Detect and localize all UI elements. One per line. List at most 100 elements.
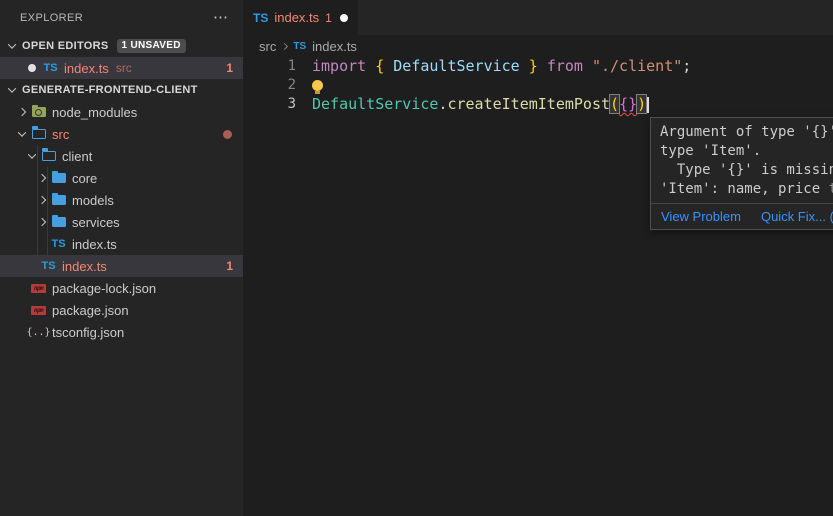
- tree-item-src[interactable]: src: [0, 123, 243, 145]
- code-line-3[interactable]: 3DefaultService.createItemItemPost({}): [243, 95, 833, 114]
- file-label: node_modules: [52, 105, 137, 120]
- code-token: (: [610, 95, 619, 113]
- line-content: DefaultService.createItemItemPost({}): [296, 95, 649, 114]
- typescript-file-icon: TS: [50, 233, 67, 255]
- breadcrumb-folder[interactable]: src: [259, 39, 276, 54]
- code-token: from: [547, 57, 583, 75]
- file-label: core: [72, 171, 97, 186]
- code-token: Argument of type '{}' is not assignable …: [660, 124, 833, 140]
- error-message: Argument of type '{}' is not assignable …: [651, 118, 833, 203]
- view-problem-link[interactable]: View Problem: [661, 209, 741, 224]
- open-editor-item-index-ts[interactable]: TS index.ts src 1: [0, 57, 243, 79]
- file-label: client: [62, 149, 92, 164]
- lightbulb-icon: [312, 80, 323, 91]
- folder-open-icon: [30, 123, 47, 145]
- tree-item-models[interactable]: models: [0, 189, 243, 211]
- tree-item-index-ts[interactable]: TSindex.ts: [0, 233, 243, 255]
- code-token: Type '{}' is missing the following prope…: [660, 162, 833, 178]
- code-token: "./client": [592, 57, 682, 75]
- editor-area: TS index.ts 1 src TS index.ts 1import { …: [243, 0, 833, 516]
- code-token: DefaultService: [393, 57, 519, 75]
- tree-item-tsconfig-json[interactable]: {..} tsconfig.json: [0, 321, 243, 343]
- code-token: ): [637, 95, 646, 113]
- modified-dot-icon: [223, 130, 232, 139]
- code-token: createItemItemPost: [447, 95, 610, 113]
- folder-icon: [50, 211, 67, 233]
- typescript-file-icon: TS: [293, 41, 306, 52]
- tooltip-footer: View Problem Quick Fix... (Ctrl+.): [651, 203, 833, 229]
- file-label: services: [72, 215, 120, 230]
- code-token: [583, 57, 592, 75]
- file-label: tsconfig.json: [52, 325, 124, 340]
- chevron-right-icon: [34, 175, 50, 181]
- code-editor[interactable]: 1import { DefaultService } from "./clien…: [243, 57, 833, 114]
- error-message-line: Argument of type '{}' is not assignable …: [660, 123, 833, 142]
- typescript-file-icon: TS: [40, 255, 57, 277]
- tree-item-package-json[interactable]: npm package.json: [0, 299, 243, 321]
- tree-item-node-modules[interactable]: node_modules: [0, 101, 243, 123]
- code-line-1[interactable]: 1import { DefaultService } from "./clien…: [243, 57, 833, 76]
- folder-npm-icon: [30, 101, 47, 123]
- modified-dot-icon: [28, 64, 36, 72]
- code-token: }: [529, 57, 538, 75]
- code-token: {}: [619, 95, 637, 113]
- tab-file-name: index.ts: [274, 10, 319, 25]
- error-message-line: Type '{}' is missing the following prope…: [660, 161, 833, 180]
- sidebar-title-row: EXPLORER ⋯: [0, 0, 243, 35]
- typescript-file-icon: TS: [42, 57, 59, 79]
- tree-item-package-lock-json[interactable]: npmpackage-lock.json: [0, 277, 243, 299]
- chevron-right-icon: [14, 109, 30, 115]
- code-token: import: [312, 57, 366, 75]
- open-editors-header[interactable]: OPEN EDITORS 1 UNSAVED: [0, 35, 243, 57]
- quick-fix-link[interactable]: Quick Fix... (Ctrl+.): [761, 209, 833, 224]
- json-file-icon: {..}: [30, 321, 47, 343]
- error-message-line: type 'Item'.: [660, 142, 833, 161]
- folder-icon: [50, 189, 67, 211]
- code-token: {: [375, 57, 384, 75]
- folder-icon: [50, 167, 67, 189]
- tab-index-ts[interactable]: TS index.ts 1: [243, 0, 358, 35]
- error-count-badge: 1: [226, 259, 243, 273]
- more-actions-icon[interactable]: ⋯: [213, 13, 229, 23]
- code-token: [366, 57, 375, 75]
- project-section-header[interactable]: GENERATE-FRONTEND-CLIENT: [0, 79, 243, 101]
- tree-item-core[interactable]: core: [0, 167, 243, 189]
- tab-error-count: 1: [325, 11, 332, 25]
- line-content: [296, 76, 323, 95]
- line-content: import { DefaultService } from "./client…: [296, 57, 691, 76]
- code-line-2[interactable]: 2: [243, 76, 833, 95]
- chevron-down-icon: [24, 153, 40, 159]
- tree-item-client[interactable]: client: [0, 145, 243, 167]
- folder-open-icon: [40, 145, 57, 167]
- code-token: DefaultService: [312, 95, 438, 113]
- unsaved-count-badge: 1 UNSAVED: [117, 39, 186, 53]
- file-label: models: [72, 193, 114, 208]
- chevron-down-icon: [4, 87, 20, 93]
- npm-file-icon: npm: [30, 299, 47, 321]
- chevron-down-icon: [14, 131, 30, 137]
- tree-item-services[interactable]: services: [0, 211, 243, 233]
- file-label: index.ts: [62, 259, 107, 274]
- chevron-right-icon: [34, 219, 50, 225]
- breadcrumb-separator-icon: [281, 42, 288, 49]
- vscode-window: EXPLORER ⋯ OPEN EDITORS 1 UNSAVED TS ind…: [0, 0, 833, 516]
- breadcrumb-file[interactable]: index.ts: [312, 39, 357, 54]
- breadcrumb: src TS index.ts: [243, 35, 833, 57]
- file-label: package-lock.json: [52, 281, 156, 296]
- chevron-right-icon: [34, 197, 50, 203]
- unsaved-dot-icon[interactable]: [340, 14, 348, 22]
- text-cursor: [647, 97, 649, 113]
- error-count-badge: 1: [226, 61, 243, 75]
- error-tooltip: Argument of type '{}' is not assignable …: [650, 117, 833, 230]
- code-token: [384, 57, 393, 75]
- open-editor-file-name: index.ts: [64, 61, 109, 76]
- code-token: ts(2345): [829, 181, 833, 197]
- file-label: package.json: [52, 303, 129, 318]
- file-label: src: [52, 127, 69, 142]
- tree-item-index-ts[interactable]: TS index.ts 1: [0, 255, 243, 277]
- code-token: 'Item': name, price: [660, 181, 829, 197]
- explorer-sidebar: EXPLORER ⋯ OPEN EDITORS 1 UNSAVED TS ind…: [0, 0, 243, 516]
- explorer-title: EXPLORER: [20, 12, 83, 24]
- open-editor-file-path: src: [116, 61, 132, 75]
- line-number: 3: [243, 95, 296, 114]
